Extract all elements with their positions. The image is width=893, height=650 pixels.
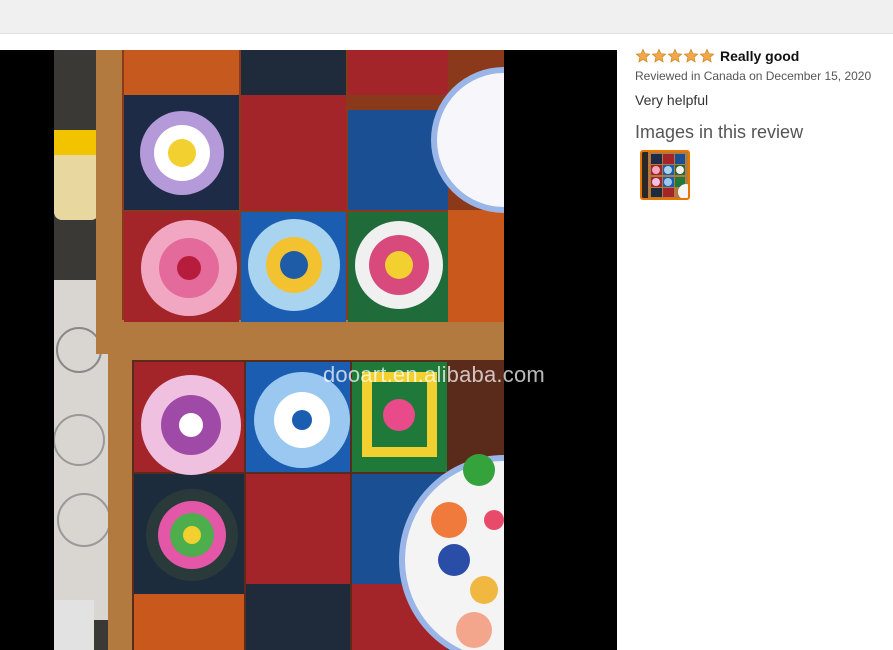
star-rating[interactable] [635,48,715,64]
thumbnail-image [642,152,688,198]
review-meta: Reviewed in Canada on December 15, 2020 [635,69,872,83]
tile-painting-image [54,50,504,650]
star-icon [683,48,699,63]
review-panel: Really good Reviewed in Canada on Decemb… [635,46,885,200]
star-icon [699,48,715,63]
star-icon [635,48,651,63]
review-image-thumbnail[interactable] [640,150,690,200]
images-heading: Images in this review [635,122,804,142]
review-header: Really good [635,46,885,66]
review-photo [54,50,504,650]
helpful-label: Very helpful [635,92,709,108]
watermark-text: dooart.en.alibaba.com [323,362,545,387]
star-icon [651,48,667,63]
image-viewer[interactable]: dooart.en.alibaba.com [0,50,617,650]
star-icon [667,48,683,63]
top-bar [0,0,893,34]
review-title[interactable]: Really good [720,48,799,64]
